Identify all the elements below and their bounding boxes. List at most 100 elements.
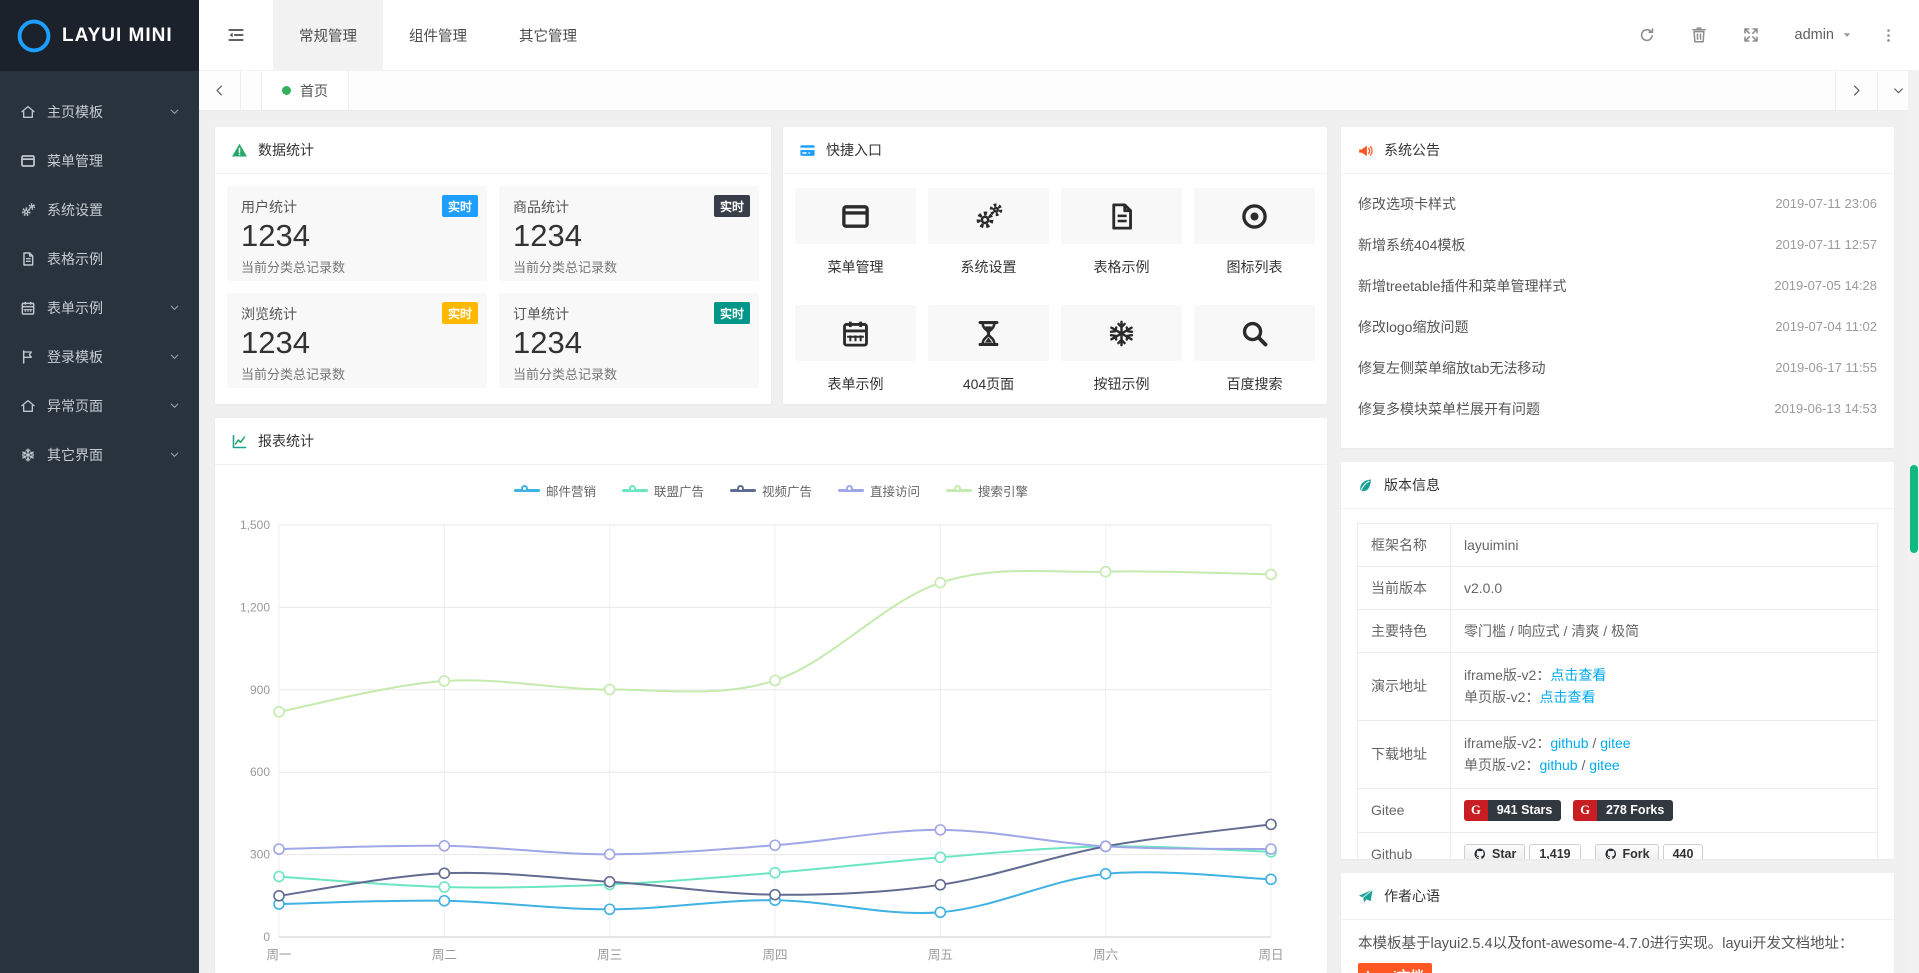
github-star-badge[interactable]: Star 1,419: [1464, 844, 1581, 859]
bullhorn-icon: [1357, 142, 1374, 159]
clear-cache-button[interactable]: [1673, 26, 1725, 44]
legend-item[interactable]: 直接访问: [838, 481, 920, 500]
announcement-row[interactable]: 新增系统404模板 2019-07-11 12:57: [1358, 224, 1877, 265]
more-menu-button[interactable]: [1871, 27, 1905, 44]
scrollbar-thumb[interactable]: [1910, 465, 1918, 553]
announcement-row[interactable]: 新增treetable插件和菜单管理样式 2019-07-05 14:28: [1358, 265, 1877, 306]
line-chart-icon: [231, 433, 248, 450]
tabs-scroll-left-button[interactable]: [199, 71, 241, 110]
page-scrollbar[interactable]: [1908, 71, 1919, 973]
line-chart[interactable]: 周一周二周三周四周五周六周日03006009001,2001,500: [229, 509, 1309, 973]
sidebar-item-error-pages[interactable]: 异常页面: [0, 381, 199, 430]
card-title: 版本信息: [1384, 475, 1440, 495]
stat-orders[interactable]: 订单统计 实时 1234 当前分类总记录数: [499, 293, 759, 388]
download-link-gitee[interactable]: gitee: [1600, 735, 1630, 751]
svg-text:0: 0: [263, 930, 270, 944]
announcement-text: 修改logo缩放问题: [1358, 317, 1468, 337]
card-header: 快捷入口: [783, 127, 1327, 174]
github-fork-badge[interactable]: Fork 440: [1595, 844, 1704, 859]
user-dropdown[interactable]: admin: [1777, 27, 1872, 43]
status-badge: 实时: [442, 195, 478, 217]
demo-link-onepage[interactable]: 点击查看: [1539, 689, 1595, 705]
stat-caption: 当前分类总记录数: [513, 257, 745, 276]
download-link-gitee[interactable]: gitee: [1589, 757, 1619, 773]
tab-other-management[interactable]: 其它管理: [493, 0, 603, 70]
sidebar-item-login-template[interactable]: 登录模板: [0, 332, 199, 381]
header-actions: admin: [1621, 0, 1919, 70]
announcement-text: 修改选项卡样式: [1358, 194, 1456, 214]
announcement-row[interactable]: 修复多模块菜单栏展开有问题 2019-06-13 14:53: [1358, 388, 1877, 429]
quick-entry-icon-list[interactable]: 图标列表: [1194, 188, 1315, 277]
announcement-row[interactable]: 修改选项卡样式 2019-07-11 23:06: [1358, 183, 1877, 224]
table-row: 当前版本 v2.0.0: [1358, 567, 1878, 610]
announcement-date: 2019-07-04 11:02: [1775, 319, 1877, 334]
file-icon: [20, 251, 37, 267]
sidebar-item-label: 异常页面: [47, 396, 168, 416]
github-icon: [1604, 847, 1618, 859]
app-logo[interactable]: LAYUI MINI: [0, 0, 199, 71]
svg-text:1,200: 1,200: [240, 600, 270, 614]
quick-entry-button-example[interactable]: 按钮示例: [1061, 305, 1182, 394]
quick-entry-system-settings[interactable]: 系统设置: [928, 188, 1049, 277]
quick-entry-menu-management[interactable]: 菜单管理: [795, 188, 916, 277]
stat-caption: 当前分类总记录数: [241, 257, 473, 276]
sidebar-item-system-settings[interactable]: 系统设置: [0, 185, 199, 234]
quick-entry-baidu-search[interactable]: 百度搜索: [1194, 305, 1315, 394]
tabs-scroll-right-button[interactable]: [1835, 71, 1877, 110]
gears-icon: [20, 202, 37, 218]
chevron-down-icon: [168, 105, 181, 118]
gitee-forks-badge[interactable]: G278 Forks: [1573, 800, 1673, 821]
logo-icon: [16, 18, 52, 54]
stat-users[interactable]: 用户统计 实时 1234 当前分类总记录数: [227, 186, 487, 281]
gitee-icon: G: [1464, 800, 1488, 821]
legend-item[interactable]: 搜索引擎: [946, 481, 1028, 500]
legend-item[interactable]: 视频广告: [730, 481, 812, 500]
window-icon: [20, 153, 37, 169]
gitee-stars-badge[interactable]: G941 Stars: [1464, 800, 1561, 821]
card-header: 系统公告: [1341, 127, 1894, 174]
table-row: 框架名称 layuimini: [1358, 524, 1878, 567]
legend-item[interactable]: 联盟广告: [622, 481, 704, 500]
quick-entry-form-example[interactable]: 表单示例: [795, 305, 916, 394]
tab-general-management[interactable]: 常规管理: [273, 0, 383, 70]
author-words-card: 作者心语 本模板基于layui2.5.4以及font-awesome-4.7.0…: [1341, 873, 1894, 973]
fullscreen-button[interactable]: [1725, 26, 1777, 44]
layui-doc-badge[interactable]: layui文档: [1358, 963, 1432, 973]
refresh-button[interactable]: [1621, 26, 1673, 44]
sidebar-item-table-example[interactable]: 表格示例: [0, 234, 199, 283]
announcement-row[interactable]: 修复左侧菜单缩放tab无法移动 2019-06-17 11:55: [1358, 347, 1877, 388]
dot-circle-icon: [1194, 188, 1315, 244]
demo-link-iframe[interactable]: 点击查看: [1550, 667, 1606, 683]
stat-value: 1234: [241, 325, 473, 361]
paper-plane-icon: [1357, 888, 1374, 905]
legend-item[interactable]: 邮件营销: [514, 481, 596, 500]
chevron-down-icon: [1891, 83, 1906, 98]
sidebar-item-menu-management[interactable]: 菜单管理: [0, 136, 199, 185]
stat-views[interactable]: 浏览统计 实时 1234 当前分类总记录数: [227, 293, 487, 388]
download-link-github[interactable]: github: [1539, 757, 1577, 773]
table-row: 主要特色 零门槛 / 响应式 / 清爽 / 极简: [1358, 610, 1878, 653]
sidebar-fold-button[interactable]: [199, 0, 273, 70]
download-link-github[interactable]: github: [1550, 735, 1588, 751]
svg-text:周一: 周一: [266, 948, 291, 962]
tab-component-management[interactable]: 组件管理: [383, 0, 493, 70]
flag-icon: [20, 349, 37, 365]
card-title: 数据统计: [258, 140, 314, 160]
sidebar-item-other-ui[interactable]: 其它界面: [0, 430, 199, 479]
sidebar-item-home-template[interactable]: 主页模板: [0, 87, 199, 136]
sidebar-item-label: 登录模板: [47, 347, 168, 367]
stat-value: 1234: [513, 325, 745, 361]
announcement-date: 2019-07-11 23:06: [1775, 196, 1877, 211]
active-tab-dot: [282, 86, 291, 95]
table-row: 下载地址 iframe版-v2：github / gitee 单页版-v2：gi…: [1358, 720, 1878, 788]
sidebar-item-label: 菜单管理: [47, 151, 181, 171]
announcement-row[interactable]: 修改logo缩放问题 2019-07-04 11:02: [1358, 306, 1877, 347]
card-header: 作者心语: [1341, 873, 1894, 920]
quick-entry-table-example[interactable]: 表格示例: [1061, 188, 1182, 277]
quick-entry-404-page[interactable]: 404页面: [928, 305, 1049, 394]
legend-label: 视频广告: [762, 481, 812, 500]
sidebar-item-label: 表单示例: [47, 298, 168, 318]
sidebar-item-form-example[interactable]: 表单示例: [0, 283, 199, 332]
stat-products[interactable]: 商品统计 实时 1234 当前分类总记录数: [499, 186, 759, 281]
tab-homepage[interactable]: 首页: [261, 71, 349, 110]
